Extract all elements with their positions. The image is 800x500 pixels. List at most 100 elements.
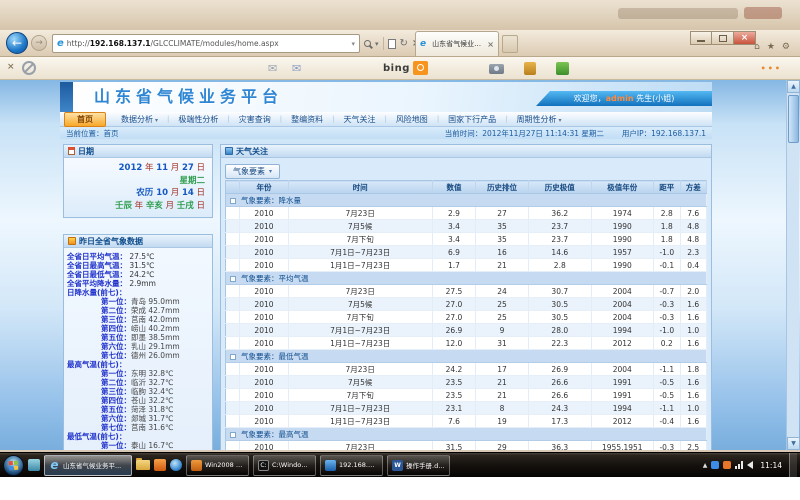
taskbar-clock[interactable]: 11:14 (757, 461, 785, 470)
rank-value: 东明 32.8℃ (131, 369, 174, 378)
taskbar-window-cmd[interactable]: C:C:\Windows\s... (253, 455, 316, 476)
show-desktop-button[interactable] (789, 453, 797, 478)
mail-icon[interactable]: ✉ (268, 62, 277, 75)
bing-search-icon[interactable] (413, 61, 428, 75)
mail-icon-2[interactable]: ✉ (292, 62, 301, 75)
nav-item-6[interactable]: 风险地图 (387, 114, 437, 125)
row-checkbox-cell (226, 415, 240, 428)
network-icon[interactable] (735, 461, 743, 469)
cell: 27.0 (432, 311, 475, 324)
group-checkbox[interactable] (230, 354, 236, 360)
row-checkbox-cell (226, 259, 240, 272)
new-tab-button[interactable] (502, 35, 518, 53)
group-row-0[interactable]: 气象要素：降水量 (226, 194, 707, 207)
address-bar[interactable]: e http://192.168.137.1/GLCCLIMATE/module… (52, 34, 360, 53)
more-options-icon[interactable]: ••• (761, 64, 782, 73)
nav-item-2[interactable]: 极端性分析 (169, 114, 227, 125)
home-icon[interactable]: ⌂ (754, 42, 760, 52)
cell: 1990 (591, 220, 654, 233)
element-filter-button[interactable]: 气象要素▾ (225, 164, 280, 179)
taskbar-window-label: 操作手册.docx... (406, 460, 445, 470)
refresh-icon[interactable]: ↻ (400, 38, 408, 49)
tray-app-icon-blue[interactable] (711, 461, 719, 469)
taskbar-window-vm[interactable]: Win2008 (VS2... (186, 455, 249, 476)
browser-tab[interactable]: e 山东省气候业务平... × (415, 31, 499, 56)
browser-back-button[interactable]: ← (6, 32, 28, 54)
scroll-down-icon[interactable]: ▼ (787, 437, 800, 450)
group-cell: 气象要素：平均气温 (226, 272, 707, 285)
tab-title: 山东省气候业务平... (432, 39, 484, 49)
nav-item-3[interactable]: 灾害查询 (230, 114, 280, 125)
main-nav: 首页数据分析▾|极端性分析|灾害查询|整编资料|天气关注|风险地图|国家下行产品… (60, 112, 712, 127)
nav-item-0[interactable]: 首页 (64, 112, 106, 127)
explorer-folder-icon[interactable] (136, 460, 150, 470)
tab-close-icon[interactable]: × (487, 40, 494, 49)
nav-item-5[interactable]: 天气关注 (334, 114, 384, 125)
nav-item-8[interactable]: 周期性分析▾ (508, 114, 571, 125)
cell: 1974 (591, 207, 654, 220)
search-dropdown-icon[interactable]: ▾ (375, 40, 379, 48)
cell: 35 (476, 233, 529, 246)
row-checkbox-cell (226, 298, 240, 311)
camera-icon[interactable] (489, 64, 504, 74)
cell: 30.7 (529, 285, 592, 298)
minimize-button[interactable] (690, 31, 712, 45)
nav-item-4[interactable]: 整编资料 (282, 114, 332, 125)
cell: 30.5 (529, 311, 592, 324)
bing-search-widget[interactable]: bing (383, 61, 428, 75)
nav-item-7[interactable]: 国家下行产品 (439, 114, 505, 125)
nav-item-1[interactable]: 数据分析▾ (112, 114, 167, 125)
cell: 1.8 (680, 363, 707, 376)
volume-icon[interactable] (747, 461, 753, 469)
cell: 7月23日 (288, 363, 432, 376)
cell: 28.0 (529, 324, 592, 337)
stat-value: 24.2℃ (127, 270, 155, 279)
search-icon[interactable] (364, 40, 371, 47)
scroll-up-icon[interactable]: ▲ (787, 80, 800, 93)
gear-icon[interactable]: ⚙ (782, 42, 790, 52)
cell: 24.2 (432, 363, 475, 376)
chevron-down-icon: ▾ (155, 117, 158, 124)
pinned-app-icon-orange[interactable] (154, 459, 166, 471)
maximize-button[interactable] (712, 31, 734, 45)
toolbar-addon-icon[interactable] (524, 62, 536, 75)
scrollbar-thumb[interactable] (788, 95, 799, 143)
close-toolbar-icon[interactable]: × (7, 62, 15, 72)
cell: -0.5 (654, 389, 680, 402)
cell: 31 (476, 337, 529, 350)
table-row: 20107月1日~7月23日6.91614.61957-1.02.3 (226, 246, 707, 259)
group-checkbox[interactable] (230, 276, 236, 282)
group-checkbox[interactable] (230, 432, 236, 438)
start-button[interactable] (3, 455, 24, 476)
hidden-icons-chevron-icon[interactable]: ▲ (703, 462, 708, 469)
group-row-3[interactable]: 气象要素：最高气温 (226, 428, 707, 441)
cell: -0.1 (654, 259, 680, 272)
rank-item: 第四位：苍山 32.2℃ (67, 396, 209, 405)
taskbar-window-rdp[interactable]: 192.168.58.99... (320, 455, 383, 476)
tray-app-icon-orange[interactable] (723, 461, 731, 469)
page-scrollbar[interactable]: ▲ ▼ (786, 80, 799, 450)
group-row-1[interactable]: 气象要素：平均气温 (226, 272, 707, 285)
cell: 26.6 (529, 389, 592, 402)
close-button[interactable]: × (734, 31, 756, 45)
calendar-text: 星期二 (179, 176, 205, 186)
address-dropdown-icon[interactable]: ▾ (351, 40, 355, 48)
taskbar-window-ie[interactable]: e山东省气候业务平... (44, 455, 132, 476)
compatibility-view-icon[interactable] (388, 39, 396, 49)
cell: 2004 (591, 298, 654, 311)
cell: 23.1 (432, 402, 475, 415)
calendar-line-0: 2012 年 11 月 27 日 (71, 162, 205, 175)
cell: 2004 (591, 311, 654, 324)
toolbar-addon-icon-2[interactable] (556, 62, 569, 75)
browser-forward-button[interactable]: → (31, 35, 47, 51)
taskbar-window-word[interactable]: W操作手册.docx... (387, 455, 450, 476)
favorites-star-icon[interactable]: ★ (767, 42, 775, 52)
pinned-app-icon[interactable] (28, 459, 40, 471)
taskbar-window-label: Win2008 (VS2... (205, 461, 244, 469)
table-row: 20107月23日31.52936.31955,1951-0.32.5 (226, 441, 707, 451)
row-checkbox-cell (226, 285, 240, 298)
group-row-2[interactable]: 气象要素：最低气温 (226, 350, 707, 363)
row-checkbox-cell (226, 207, 240, 220)
group-checkbox[interactable] (230, 198, 236, 204)
pinned-browser-icon[interactable] (170, 459, 182, 471)
